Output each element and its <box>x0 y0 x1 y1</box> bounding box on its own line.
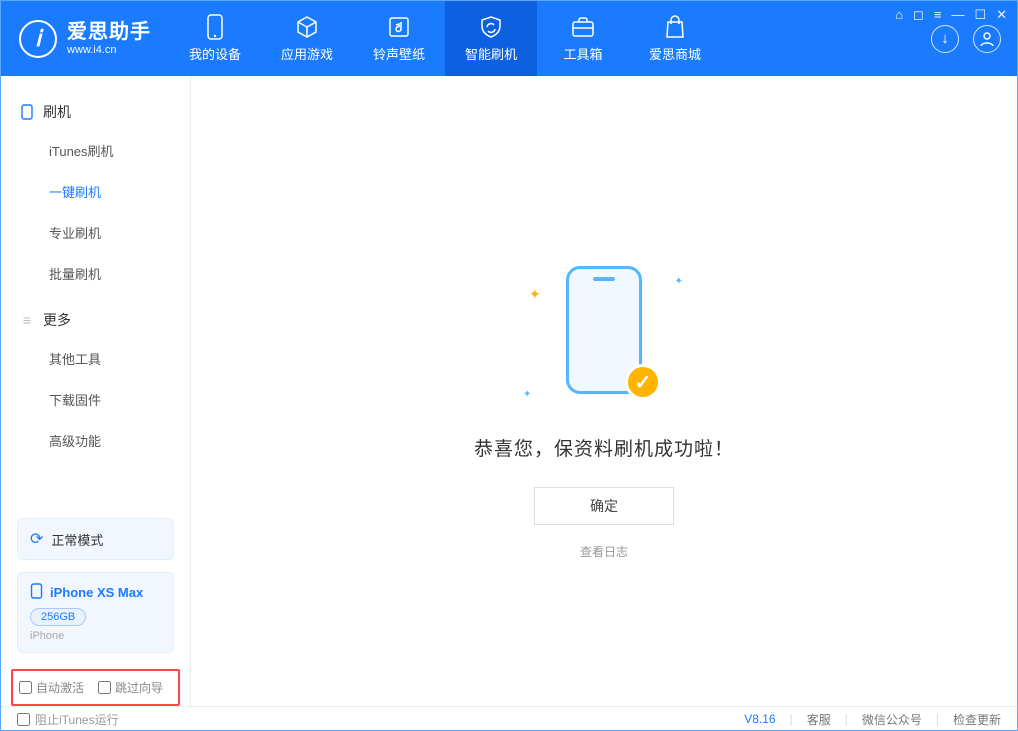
status-bar: 阻止iTunes运行 V8.16 | 客服 | 微信公众号 | 检查更新 <box>1 706 1017 731</box>
shopping-bag-icon <box>662 14 688 40</box>
sidebar-group-more: ≡ 更多 <box>1 302 190 338</box>
success-message: 恭喜您，保资料刷机成功啦！ <box>474 434 734 461</box>
auto-activate-checkbox[interactable]: 自动激活 <box>19 679 84 696</box>
nav-ringtone-wallpaper[interactable]: 铃声壁纸 <box>353 1 445 76</box>
auto-activate-label: 自动激活 <box>36 679 84 696</box>
feedback-icon[interactable]: ◻ <box>913 7 924 23</box>
device-type: iPhone <box>30 630 161 642</box>
block-itunes-label: 阻止iTunes运行 <box>35 711 119 728</box>
wechat-link[interactable]: 微信公众号 <box>862 711 922 728</box>
nav-label: 应用游戏 <box>281 44 333 63</box>
skip-guide-checkbox[interactable]: 跳过向导 <box>98 679 163 696</box>
nav-label: 铃声壁纸 <box>373 44 425 63</box>
music-note-icon <box>386 14 412 40</box>
sidebar-item-batch-flash[interactable]: 批量刷机 <box>1 253 190 294</box>
success-illustration: ✦ ✦ ✦ ✓ <box>519 266 689 406</box>
app-title: 爱思助手 <box>67 21 151 44</box>
title-bar: ⅰ 爱思助手 www.i4.cn 我的设备 应用游戏 铃声壁纸 智能刷机 工具箱 <box>1 1 1017 76</box>
app-subtitle: www.i4.cn <box>67 44 151 57</box>
menu-icon[interactable]: ≡ <box>934 7 942 23</box>
nav-smart-flash[interactable]: 智能刷机 <box>445 1 537 76</box>
cube-icon <box>294 14 320 40</box>
main-nav: 我的设备 应用游戏 铃声壁纸 智能刷机 工具箱 爱思商城 <box>169 1 721 76</box>
more-lines-icon: ≡ <box>19 312 35 328</box>
check-badge-icon: ✓ <box>625 364 661 400</box>
refresh-icon: ⟳ <box>30 529 43 549</box>
nav-toolbox[interactable]: 工具箱 <box>537 1 629 76</box>
device-name-text: iPhone XS Max <box>50 585 143 600</box>
sparkle-icon: ✦ <box>523 389 531 400</box>
close-button[interactable]: ✕ <box>996 7 1007 23</box>
shirt-icon[interactable]: ⌂ <box>895 7 903 23</box>
nav-my-device[interactable]: 我的设备 <box>169 1 261 76</box>
view-log-link[interactable]: 查看日志 <box>580 543 628 560</box>
sidebar-item-itunes-flash[interactable]: iTunes刷机 <box>1 130 190 171</box>
app-logo-icon: ⅰ <box>19 20 57 58</box>
block-itunes-checkbox[interactable]: 阻止iTunes运行 <box>17 711 119 728</box>
shield-refresh-icon <box>478 14 504 40</box>
sidebar-item-oneclick-flash[interactable]: 一键刷机 <box>1 171 190 212</box>
phone-outline-icon <box>19 104 35 120</box>
window-controls: ⌂ ◻ ≡ — ☐ ✕ <box>895 7 1007 23</box>
device-card[interactable]: iPhone XS Max 256GB iPhone <box>17 572 174 653</box>
skip-guide-label: 跳过向导 <box>115 679 163 696</box>
sidebar-item-advanced[interactable]: 高级功能 <box>1 420 190 461</box>
nav-store[interactable]: 爱思商城 <box>629 1 721 76</box>
sidebar-group-flash: 刷机 <box>1 94 190 130</box>
nav-label: 工具箱 <box>563 44 602 63</box>
nav-apps-games[interactable]: 应用游戏 <box>261 1 353 76</box>
group-title: 刷机 <box>43 102 71 122</box>
sidebar: 刷机 iTunes刷机 一键刷机 专业刷机 批量刷机 ≡ 更多 其他工具 下载固… <box>1 76 191 706</box>
group-title: 更多 <box>43 310 71 330</box>
device-phone-icon <box>30 583 43 602</box>
options-row: 自动激活 跳过向导 <box>11 669 180 706</box>
download-button[interactable]: ↓ <box>931 25 959 53</box>
phone-icon <box>202 14 228 40</box>
account-button[interactable] <box>973 25 1001 53</box>
sidebar-item-pro-flash[interactable]: 专业刷机 <box>1 212 190 253</box>
mode-label: 正常模式 <box>51 530 103 549</box>
main-content: ✦ ✦ ✦ ✓ 恭喜您，保资料刷机成功啦！ 确定 查看日志 <box>191 76 1017 706</box>
nav-label: 智能刷机 <box>465 44 517 63</box>
mode-card[interactable]: ⟳ 正常模式 <box>17 518 174 560</box>
version-label: V8.16 <box>744 712 775 726</box>
sidebar-item-other-tools[interactable]: 其他工具 <box>1 338 190 379</box>
check-update-link[interactable]: 检查更新 <box>953 711 1001 728</box>
support-link[interactable]: 客服 <box>807 711 831 728</box>
nav-label: 我的设备 <box>189 44 241 63</box>
device-storage-badge: 256GB <box>30 608 86 626</box>
maximize-button[interactable]: ☐ <box>974 7 986 23</box>
sparkle-icon: ✦ <box>529 286 541 303</box>
minimize-button[interactable]: — <box>951 7 964 23</box>
ok-button[interactable]: 确定 <box>534 487 674 525</box>
sparkle-icon: ✦ <box>675 276 683 287</box>
logo-area: ⅰ 爱思助手 www.i4.cn <box>1 1 169 76</box>
briefcase-icon <box>570 14 596 40</box>
nav-label: 爱思商城 <box>649 44 701 63</box>
sidebar-item-download-firmware[interactable]: 下载固件 <box>1 379 190 420</box>
